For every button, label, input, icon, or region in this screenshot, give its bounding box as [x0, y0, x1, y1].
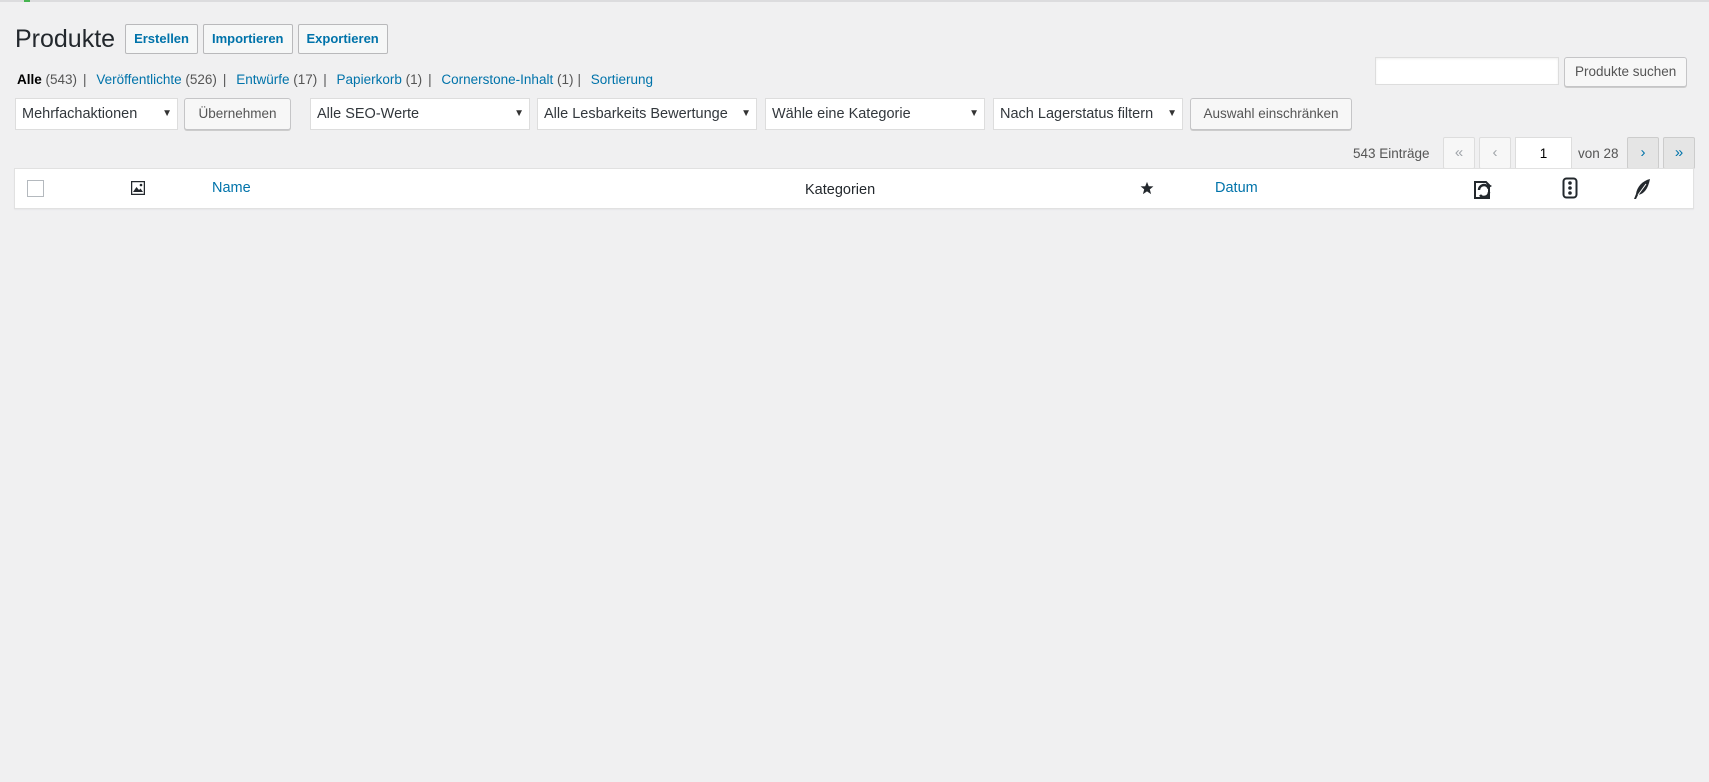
star-icon[interactable]: [1140, 181, 1154, 195]
seo-filter-select[interactable]: Alle SEO-Werte ▼: [310, 98, 530, 130]
chevron-down-icon: ▼: [162, 108, 172, 119]
import-button[interactable]: Importieren: [202, 24, 293, 54]
current-page-input[interactable]: [1515, 137, 1572, 169]
filter-published-link[interactable]: Veröffentlichte: [96, 72, 181, 87]
image-icon: [131, 181, 145, 195]
bulk-actions-select[interactable]: Mehrfachaktionen ▼: [15, 98, 178, 130]
page-header: Produkte Erstellen Importieren Exportier…: [15, 22, 393, 56]
products-table: Name Kategorien Datum: [14, 168, 1694, 209]
apply-button[interactable]: Übernehmen: [184, 98, 291, 130]
bulk-actions-value: Mehrfachaktionen: [22, 106, 138, 122]
stock-filter-select[interactable]: Nach Lagerstatus filtern ▼: [993, 98, 1183, 130]
status-filter-links: Alle (543) | Veröffentlichte (526) | Entwü…: [17, 72, 654, 87]
filter-drafts-count: (17): [293, 72, 318, 87]
column-categories: Kategorien: [805, 182, 876, 198]
readability-icon: [1562, 177, 1578, 199]
filter-drafts-link[interactable]: Entwürfe: [236, 72, 289, 87]
select-all-checkbox[interactable]: [27, 180, 44, 197]
category-filter-value: Wähle eine Kategorie: [772, 106, 911, 122]
feather-icon: [1632, 178, 1652, 200]
export-button[interactable]: Exportieren: [297, 24, 388, 54]
chevron-down-icon: ▼: [969, 108, 979, 119]
search-input[interactable]: [1375, 57, 1559, 85]
filter-cornerstone-count: (1): [556, 72, 574, 87]
seo-icon: [1472, 178, 1496, 200]
category-filter-select[interactable]: Wähle eine Kategorie ▼: [765, 98, 985, 130]
sorting-link[interactable]: Sortierung: [591, 72, 653, 87]
filter-all-link[interactable]: Alle: [17, 72, 42, 87]
total-pages-label: von 28: [1578, 146, 1619, 161]
readability-filter-select[interactable]: Alle Lesbarkeits Bewertunge ▼: [537, 98, 757, 130]
first-page-button: «: [1443, 137, 1475, 169]
readability-filter-value: Alle Lesbarkeits Bewertunge: [544, 106, 728, 122]
prev-page-button: ‹: [1479, 137, 1511, 169]
next-page-button[interactable]: ›: [1627, 137, 1659, 169]
seo-filter-value: Alle SEO-Werte: [317, 106, 420, 122]
create-button[interactable]: Erstellen: [125, 24, 198, 54]
stock-filter-value: Nach Lagerstatus filtern: [1000, 106, 1154, 122]
filter-published-count: (526): [185, 72, 217, 87]
search-button[interactable]: Produkte suchen: [1564, 57, 1688, 87]
chevron-down-icon: ▼: [514, 108, 524, 119]
column-date[interactable]: Datum: [1215, 169, 1258, 208]
column-name[interactable]: Name: [212, 169, 251, 208]
chevron-down-icon: ▼: [739, 99, 751, 129]
items-count: 543 Einträge: [1353, 146, 1430, 161]
filter-submit-button[interactable]: Auswahl einschränken: [1190, 98, 1352, 130]
last-page-button[interactable]: »: [1663, 137, 1695, 169]
page-title: Produkte: [15, 25, 116, 53]
filter-all-count: (543): [45, 72, 78, 87]
filter-cornerstone-link[interactable]: Cornerstone-Inhalt: [441, 72, 553, 87]
notice-mark: [24, 0, 30, 2]
top-border: [0, 0, 1709, 2]
chevron-down-icon: ▼: [1167, 108, 1177, 119]
search-box: Produkte suchen: [1375, 57, 1688, 87]
filter-trash-count: (1): [405, 72, 423, 87]
filter-trash-link[interactable]: Papierkorb: [337, 72, 402, 87]
